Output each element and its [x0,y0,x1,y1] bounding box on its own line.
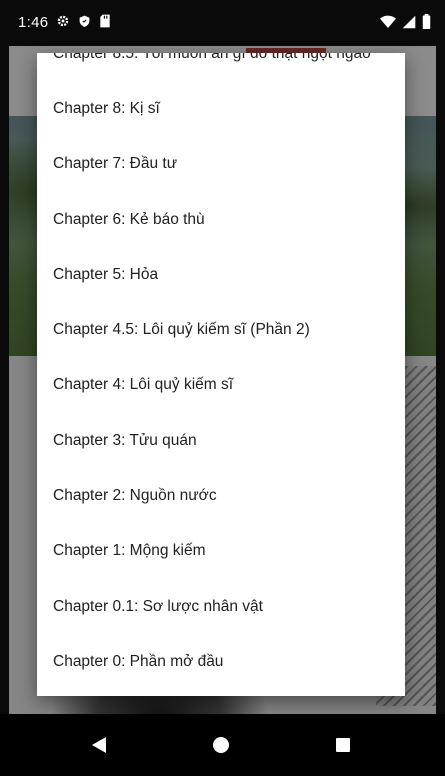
chapter-label: Chapter 0.1: Sơ lược nhân vật [53,597,263,615]
home-icon [213,737,229,753]
sd-card-icon [99,14,111,28]
status-right-icons [380,14,431,29]
recents-button[interactable] [326,728,360,762]
screen: 1:46 Chapter 8.5: Tôi muốn ăn gì đó thật… [0,0,445,776]
chapter-item[interactable]: Chapter 4.5: Lôi quỷ kiếm sĩ (Phần 2) [37,302,405,357]
chapter-item[interactable]: Chapter 3: Tửu quán [37,413,405,468]
chapter-label: Chapter 0: Phần mở đầu [53,652,224,670]
chapter-item[interactable]: Chapter 0: Phần mở đầu [37,634,405,689]
battery-icon [422,14,431,29]
chapter-label: Chapter 3: Tửu quán [53,431,197,449]
chapter-item[interactable]: Chapter 7: Đầu tư [37,137,405,192]
chapter-item[interactable]: Chapter 8: Kị sĩ [37,81,405,136]
chapter-item[interactable]: Chapter 6: Kẻ báo thù [37,192,405,247]
chapter-list: Chapter 8.5: Tôi muốn ăn gì đó thật ngọt… [37,53,405,690]
status-bar: 1:46 [0,0,445,46]
chapter-item[interactable]: Chapter 1: Mộng kiếm [37,524,405,579]
chapter-list-dialog: Chapter 8.5: Tôi muốn ăn gì đó thật ngọt… [37,53,405,696]
gear-icon [56,14,70,28]
chapter-label: Chapter 4: Lôi quỷ kiếm sĩ [53,376,234,394]
chapter-label: Chapter 6: Kẻ báo thù [53,210,205,228]
chapter-label: Chapter 7: Đầu tư [53,155,178,173]
signal-icon [402,15,416,29]
back-button[interactable] [82,728,116,762]
shield-icon [78,14,91,28]
back-icon [92,737,106,753]
chapter-label: Chapter 8: Kị sĩ [53,99,160,117]
chapter-label: Chapter 4.5: Lôi quỷ kiếm sĩ (Phần 2) [53,321,310,339]
chapter-item[interactable]: Chapter 8.5: Tôi muốn ăn gì đó thật ngọt… [37,53,405,81]
status-left-icons [56,14,111,28]
chapter-label: Chapter 2: Nguồn nước [53,487,217,505]
chapter-item[interactable]: Chapter 4: Lôi quỷ kiếm sĩ [37,358,405,413]
navigation-bar [0,714,445,776]
recents-icon [336,738,350,752]
status-time: 1:46 [18,14,49,31]
chapter-label: Chapter 5: Hỏa [53,265,159,283]
chapter-label: Chapter 8.5: Tôi muốn ăn gì đó thật ngọt… [53,53,371,62]
chapter-item[interactable]: Chapter 5: Hỏa [37,247,405,302]
chapter-label: Chapter 1: Mộng kiếm [53,542,206,560]
wifi-icon [380,15,396,29]
chapter-item[interactable]: Chapter 2: Nguồn nước [37,468,405,523]
chapter-item[interactable]: Chapter 0.1: Sơ lược nhân vật [37,579,405,634]
home-button[interactable] [204,728,238,762]
